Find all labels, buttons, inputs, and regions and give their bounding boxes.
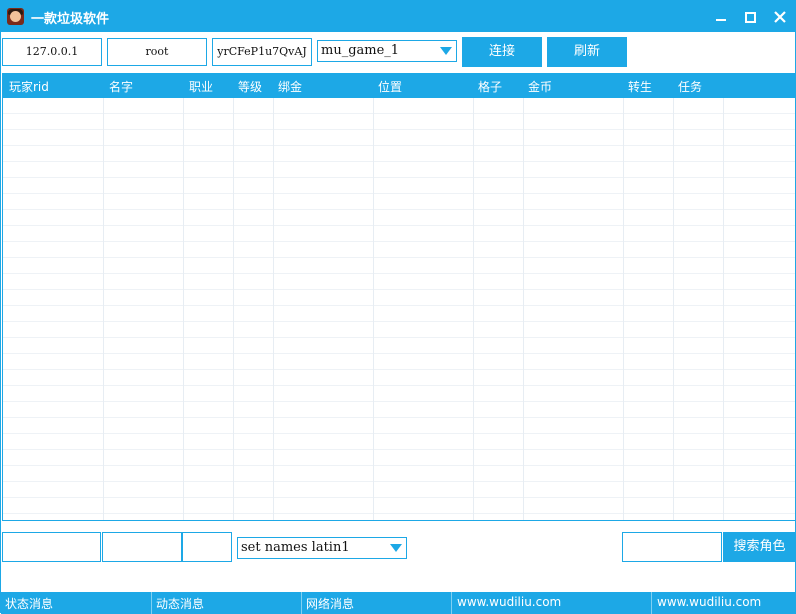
- status-divider: [451, 592, 452, 614]
- title-bar[interactable]: 一款垃圾软件: [1, 1, 796, 32]
- status-bar: 状态消息 动态消息 网络消息 www.wudiliu.com www.wudil…: [1, 592, 796, 614]
- password-input[interactable]: yrCFeP1u7QvAJ: [212, 38, 312, 66]
- website-link-1[interactable]: www.wudiliu.com: [457, 595, 561, 609]
- app-window: 一款垃圾软件 127.0.0.1 root yrCFeP1u7QvAJ mu_g…: [0, 0, 796, 614]
- grid-column-divider: [723, 98, 724, 520]
- filter-input-2[interactable]: [102, 532, 182, 562]
- maximize-icon: [745, 12, 756, 23]
- status-divider: [651, 592, 652, 614]
- column-header-gold[interactable]: 金币: [528, 78, 552, 95]
- status-message: 状态消息: [5, 597, 54, 611]
- column-header-level[interactable]: 等级: [238, 78, 262, 95]
- grid-column-divider: [373, 98, 374, 520]
- website-link-2[interactable]: www.wudiliu.com: [657, 595, 761, 609]
- column-header-name[interactable]: 名字: [109, 78, 133, 95]
- grid-column-divider: [523, 98, 524, 520]
- column-header-slot[interactable]: 格子: [478, 78, 502, 95]
- status-divider: [151, 592, 152, 614]
- chevron-down-icon: [440, 47, 452, 55]
- grid-column-divider: [183, 98, 184, 520]
- grid-column-divider: [673, 98, 674, 520]
- chevron-down-icon: [390, 544, 402, 552]
- filter-input-1[interactable]: [2, 532, 101, 562]
- minimize-icon: [716, 19, 726, 21]
- filter-input-3[interactable]: [182, 532, 232, 562]
- database-select[interactable]: mu_game_1: [317, 40, 457, 62]
- charset-select[interactable]: set names latin1: [237, 537, 407, 559]
- grid-body[interactable]: [3, 98, 795, 520]
- column-header-task[interactable]: 任务: [678, 78, 702, 95]
- grid-header: 玩家rid 名字 职业 等级 绑金 位置 格子 金币 转生 任务: [3, 74, 795, 98]
- host-input[interactable]: 127.0.0.1: [2, 38, 102, 66]
- window-title: 一款垃圾软件: [31, 12, 110, 27]
- connect-button[interactable]: 连接: [462, 37, 542, 67]
- refresh-button[interactable]: 刷新: [547, 37, 627, 67]
- user-input[interactable]: root: [107, 38, 207, 66]
- column-header-rid[interactable]: 玩家rid: [9, 78, 49, 95]
- close-icon: [774, 11, 786, 23]
- minimize-button[interactable]: [709, 5, 733, 29]
- close-button[interactable]: [768, 5, 792, 29]
- column-header-bound-gold[interactable]: 绑金: [278, 78, 302, 95]
- column-header-rebirth[interactable]: 转生: [628, 78, 652, 95]
- database-select-value: mu_game_1: [321, 43, 400, 58]
- grid-column-divider: [473, 98, 474, 520]
- data-grid[interactable]: 玩家rid 名字 职业 等级 绑金 位置 格子 金币 转生 任务: [2, 73, 796, 521]
- column-header-position[interactable]: 位置: [378, 78, 402, 95]
- grid-column-divider: [623, 98, 624, 520]
- grid-column-divider: [103, 98, 104, 520]
- charset-select-value: set names latin1: [241, 540, 350, 555]
- dynamic-message: 动态消息: [156, 597, 205, 611]
- maximize-button[interactable]: [738, 5, 762, 29]
- grid-column-divider: [273, 98, 274, 520]
- app-icon: [7, 8, 24, 25]
- column-header-class[interactable]: 职业: [189, 78, 213, 95]
- grid-column-divider: [233, 98, 234, 520]
- search-input[interactable]: [622, 532, 722, 562]
- status-divider: [301, 592, 302, 614]
- network-message: 网络消息: [306, 597, 355, 611]
- search-role-button[interactable]: 搜索角色: [723, 532, 796, 562]
